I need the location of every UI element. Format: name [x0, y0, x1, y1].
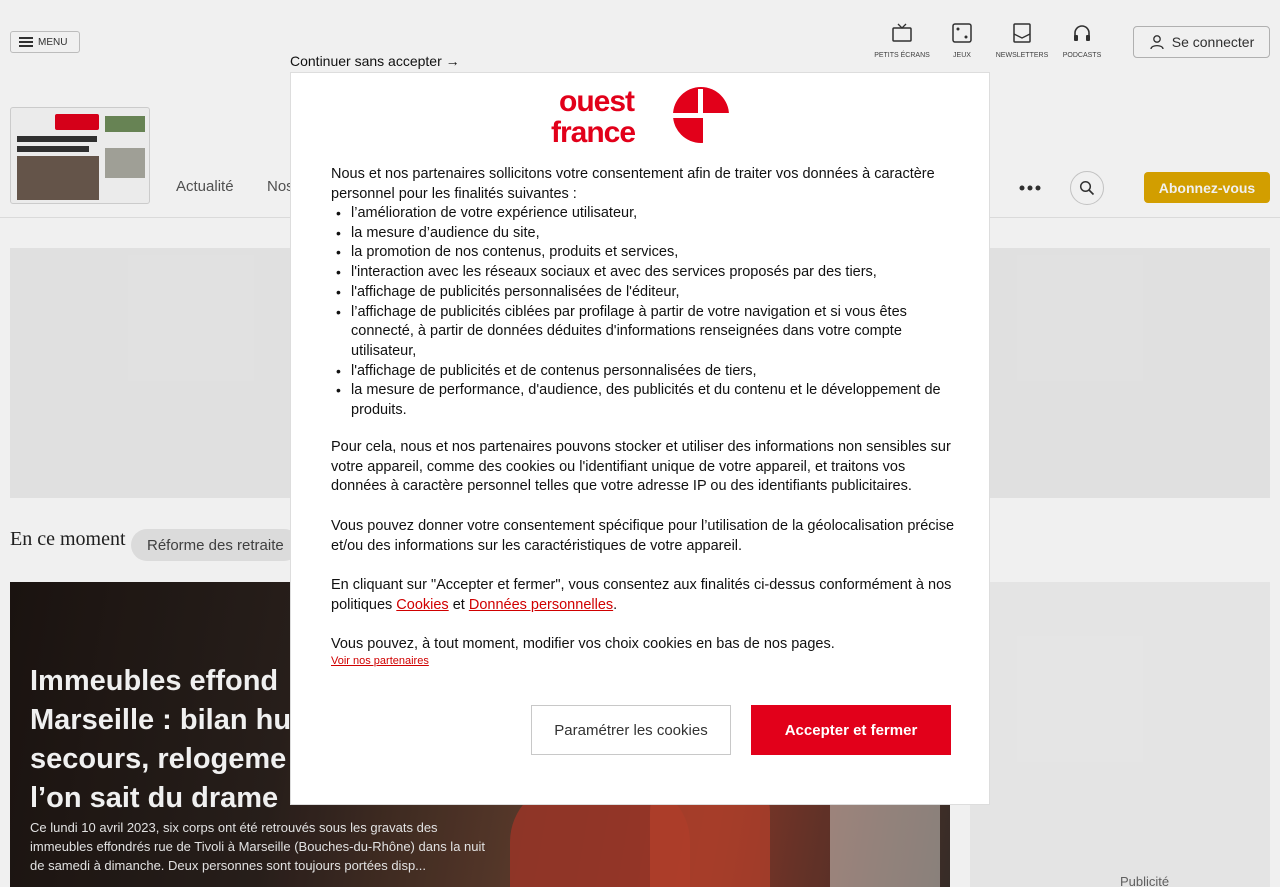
cookie-settings-button[interactable]: Paramétrer les cookies — [531, 705, 731, 755]
purpose-item: l'affichage de publicités et de contenus… — [331, 362, 951, 382]
see-partners-link[interactable]: Voir nos partenaires — [331, 655, 429, 667]
personal-data-link[interactable]: Données personnelles — [469, 597, 613, 613]
geolocation-paragraph: Vous pouvez donner votre consentement sp… — [331, 518, 955, 554]
purpose-item: l'interaction avec les réseaux sociaux e… — [331, 263, 951, 283]
purpose-item: l'affichage de publicités personnalisées… — [331, 283, 951, 303]
svg-text:france: france — [551, 116, 635, 145]
consent-intro: Nous et nos partenaires sollicitons votr… — [331, 166, 935, 202]
purpose-item: la promotion de nos contenus, produits e… — [331, 243, 951, 263]
period-text: . — [613, 596, 618, 613]
consent-purposes-list: l’amélioration de votre expérience utili… — [331, 204, 951, 421]
purpose-item: l’affichage de publicités ciblées par pr… — [331, 303, 951, 362]
cookie-consent-dialog: ouest france Nous et nos partenaires sol… — [290, 72, 990, 805]
accept-and-close-button[interactable]: Accepter et fermer — [751, 705, 951, 755]
modify-choices-paragraph: Vous pouvez, à tout moment, modifier vos… — [331, 636, 835, 652]
continue-without-accepting-link[interactable]: Continuer sans accepter → — [290, 53, 460, 69]
and-text: et — [448, 596, 469, 613]
purpose-item: la mesure d’audience du site, — [331, 224, 951, 244]
ouest-france-logo: ouest france — [551, 85, 731, 145]
storage-paragraph: Pour cela, nous et nos partenaires pouvo… — [331, 439, 951, 495]
svg-text:ouest: ouest — [559, 85, 635, 118]
cookies-policy-link[interactable]: Cookies — [396, 597, 448, 613]
purpose-item: la mesure de performance, d'audience, de… — [331, 381, 951, 420]
accept-policy-paragraph: En cliquant sur "Accepter et fermer", vo… — [331, 576, 956, 615]
purpose-item: l’amélioration de votre expérience utili… — [331, 204, 951, 224]
